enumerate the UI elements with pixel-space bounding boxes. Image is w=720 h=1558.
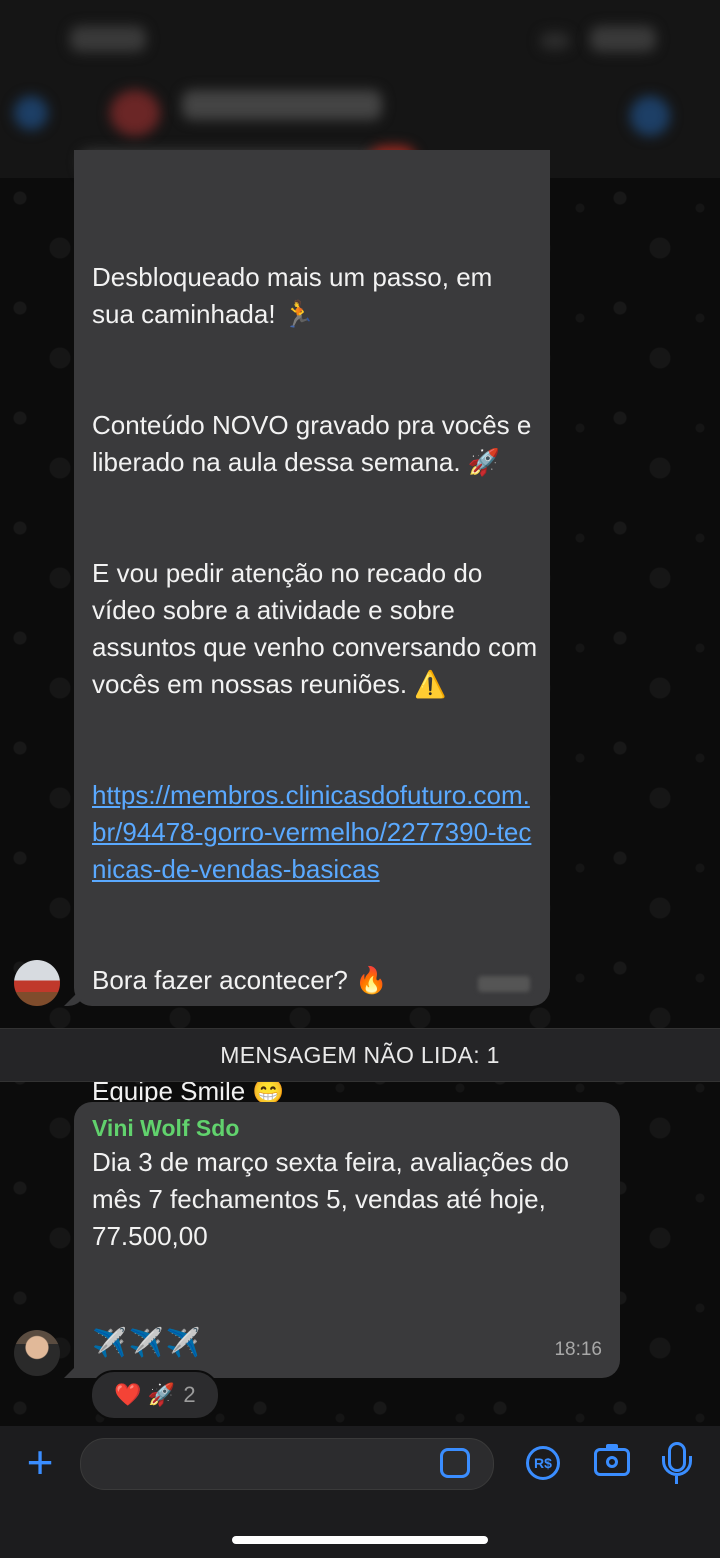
microphone-icon-stand	[662, 1456, 692, 1476]
call-button[interactable]	[630, 96, 670, 136]
payment-icon[interactable]: R$	[526, 1446, 560, 1480]
message-paragraph: E vou pedir atenção no recado do vídeo s…	[92, 558, 538, 699]
sticker-icon[interactable]	[440, 1448, 470, 1478]
home-indicator	[232, 1536, 488, 1544]
camera-icon[interactable]	[594, 1444, 630, 1476]
plus-icon[interactable]: +	[20, 1439, 60, 1485]
message-timestamp	[478, 976, 530, 992]
message-paragraph: Desbloqueado mais um passo, em sua camin…	[92, 262, 493, 329]
composer-bar: + R$	[0, 1426, 720, 1558]
message-bubble-incoming[interactable]: Vini Wolf Sdo Dia 3 de março sexta feira…	[74, 1102, 620, 1378]
microphone-icon-foot	[675, 1476, 678, 1484]
group-avatar[interactable]	[110, 90, 160, 136]
message-text: Dia 3 de março sexta feira, avaliações d…	[92, 1147, 569, 1251]
sender-avatar[interactable]	[14, 1330, 60, 1376]
sender-avatar[interactable]	[14, 960, 60, 1006]
status-bar-time	[70, 26, 146, 52]
message-bubble-incoming[interactable]: Desbloqueado mais um passo, em sua camin…	[74, 150, 550, 1106]
message-paragraph: Conteúdo NOVO gravado pra vocês e libera…	[92, 410, 532, 477]
unread-divider: MENSAGEM NÃO LIDA: 1	[0, 1028, 720, 1082]
back-button[interactable]	[14, 96, 48, 130]
reactions-pill[interactable]: ❤️ 🚀 2	[90, 1370, 220, 1420]
message-link[interactable]: https://membros.clinicasdofuturo.com.br/…	[92, 780, 531, 884]
reaction-emojis: ❤️ 🚀	[114, 1382, 176, 1407]
sender-name[interactable]: Vini Wolf Sdo	[92, 1110, 239, 1147]
message-cta: Bora fazer acontecer? 🔥	[92, 965, 388, 995]
status-bar-signal-icon	[540, 32, 570, 50]
reaction-count: 2	[183, 1382, 196, 1407]
message-timestamp: 18:16	[554, 1339, 602, 1360]
message-emojis: ✈️✈️✈️	[92, 1327, 203, 1358]
chat-title[interactable]	[182, 90, 382, 120]
message-input[interactable]	[80, 1438, 494, 1490]
status-bar-battery-icon	[590, 26, 656, 52]
